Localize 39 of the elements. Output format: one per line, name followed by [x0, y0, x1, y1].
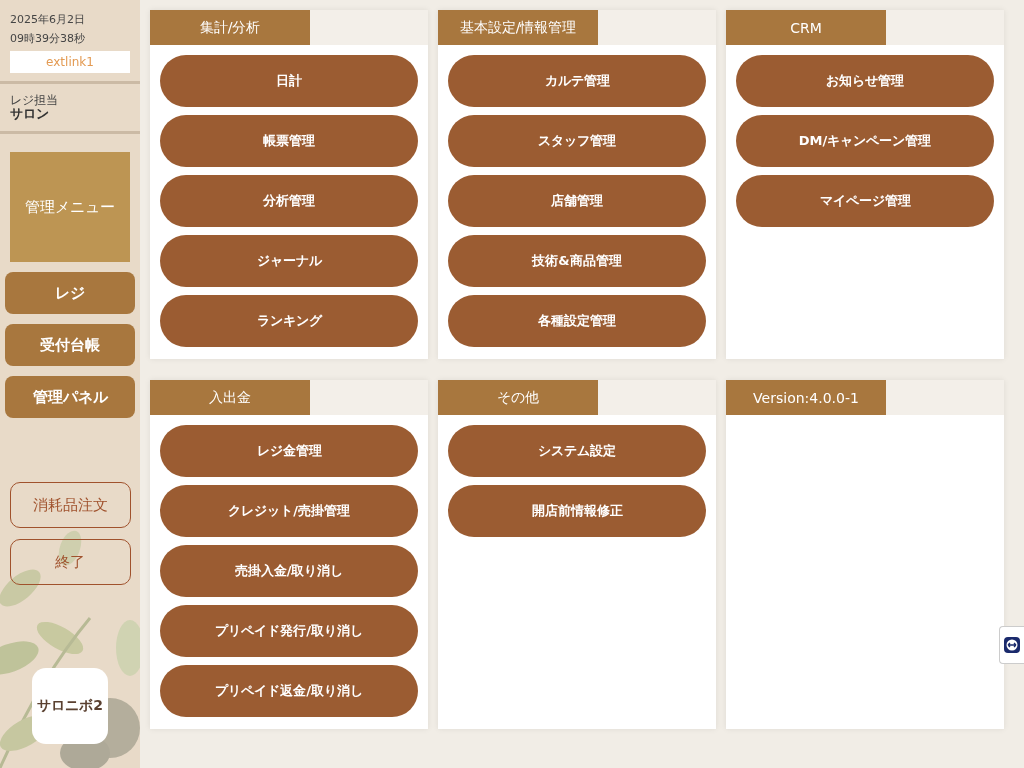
time-text: 09時39分38秒: [10, 31, 86, 47]
menu-button[interactable]: プリペイド発行/取り消し: [160, 605, 418, 657]
menu-button[interactable]: 技術&商品管理: [448, 235, 706, 287]
outline-button[interactable]: 終了: [9, 539, 131, 585]
nav-button[interactable]: 管理パネル: [5, 376, 135, 418]
menu-button[interactable]: 帳票管理: [160, 115, 418, 167]
cashier-label: レジ担当: [10, 94, 59, 107]
menu-button[interactable]: DM/キャンペーン管理: [736, 115, 994, 167]
panel-title: その他: [438, 380, 598, 415]
outline-button[interactable]: 消耗品注文: [9, 482, 131, 528]
arrows-icon: [1004, 637, 1020, 653]
menu-button[interactable]: お知らせ管理: [736, 55, 994, 107]
menu-button[interactable]: 分析管理: [160, 175, 418, 227]
panel-title: 集計/分析: [150, 10, 310, 45]
menu-button[interactable]: システム設定: [448, 425, 706, 477]
nav-button[interactable]: 受付台帳: [5, 324, 135, 366]
menu-button[interactable]: ランキング: [160, 295, 418, 347]
menu-button[interactable]: 日計: [160, 55, 418, 107]
menu-button[interactable]: カルテ管理: [448, 55, 706, 107]
menu-button[interactable]: ジャーナル: [160, 235, 418, 287]
menu-button[interactable]: クレジット/売掛管理: [160, 485, 418, 537]
remote-tab[interactable]: [999, 626, 1024, 664]
menu-button[interactable]: 売掛入金/取り消し: [160, 545, 418, 597]
app-logo: サロニボ2: [32, 668, 108, 744]
menu-button[interactable]: 開店前情報修正: [448, 485, 706, 537]
cashier-name: サロン: [10, 107, 50, 121]
menu-title-tile: 管理メニュー: [10, 152, 130, 262]
menu-button[interactable]: マイページ管理: [736, 175, 994, 227]
panel-title: CRM: [726, 10, 886, 45]
menu-button[interactable]: スタッフ管理: [448, 115, 706, 167]
menu-button[interactable]: レジ金管理: [160, 425, 418, 477]
menu-button[interactable]: 各種設定管理: [448, 295, 706, 347]
panel-title: 入出金: [150, 380, 310, 415]
menu-button[interactable]: プリペイド返金/取り消し: [160, 665, 418, 717]
panel-title: Version:4.0.0-1: [726, 380, 886, 415]
panel-title: 基本設定/情報管理: [438, 10, 598, 45]
nav-button[interactable]: レジ: [5, 272, 135, 314]
date-text: 2025年6月2日: [10, 12, 86, 28]
menu-button[interactable]: 店舗管理: [448, 175, 706, 227]
